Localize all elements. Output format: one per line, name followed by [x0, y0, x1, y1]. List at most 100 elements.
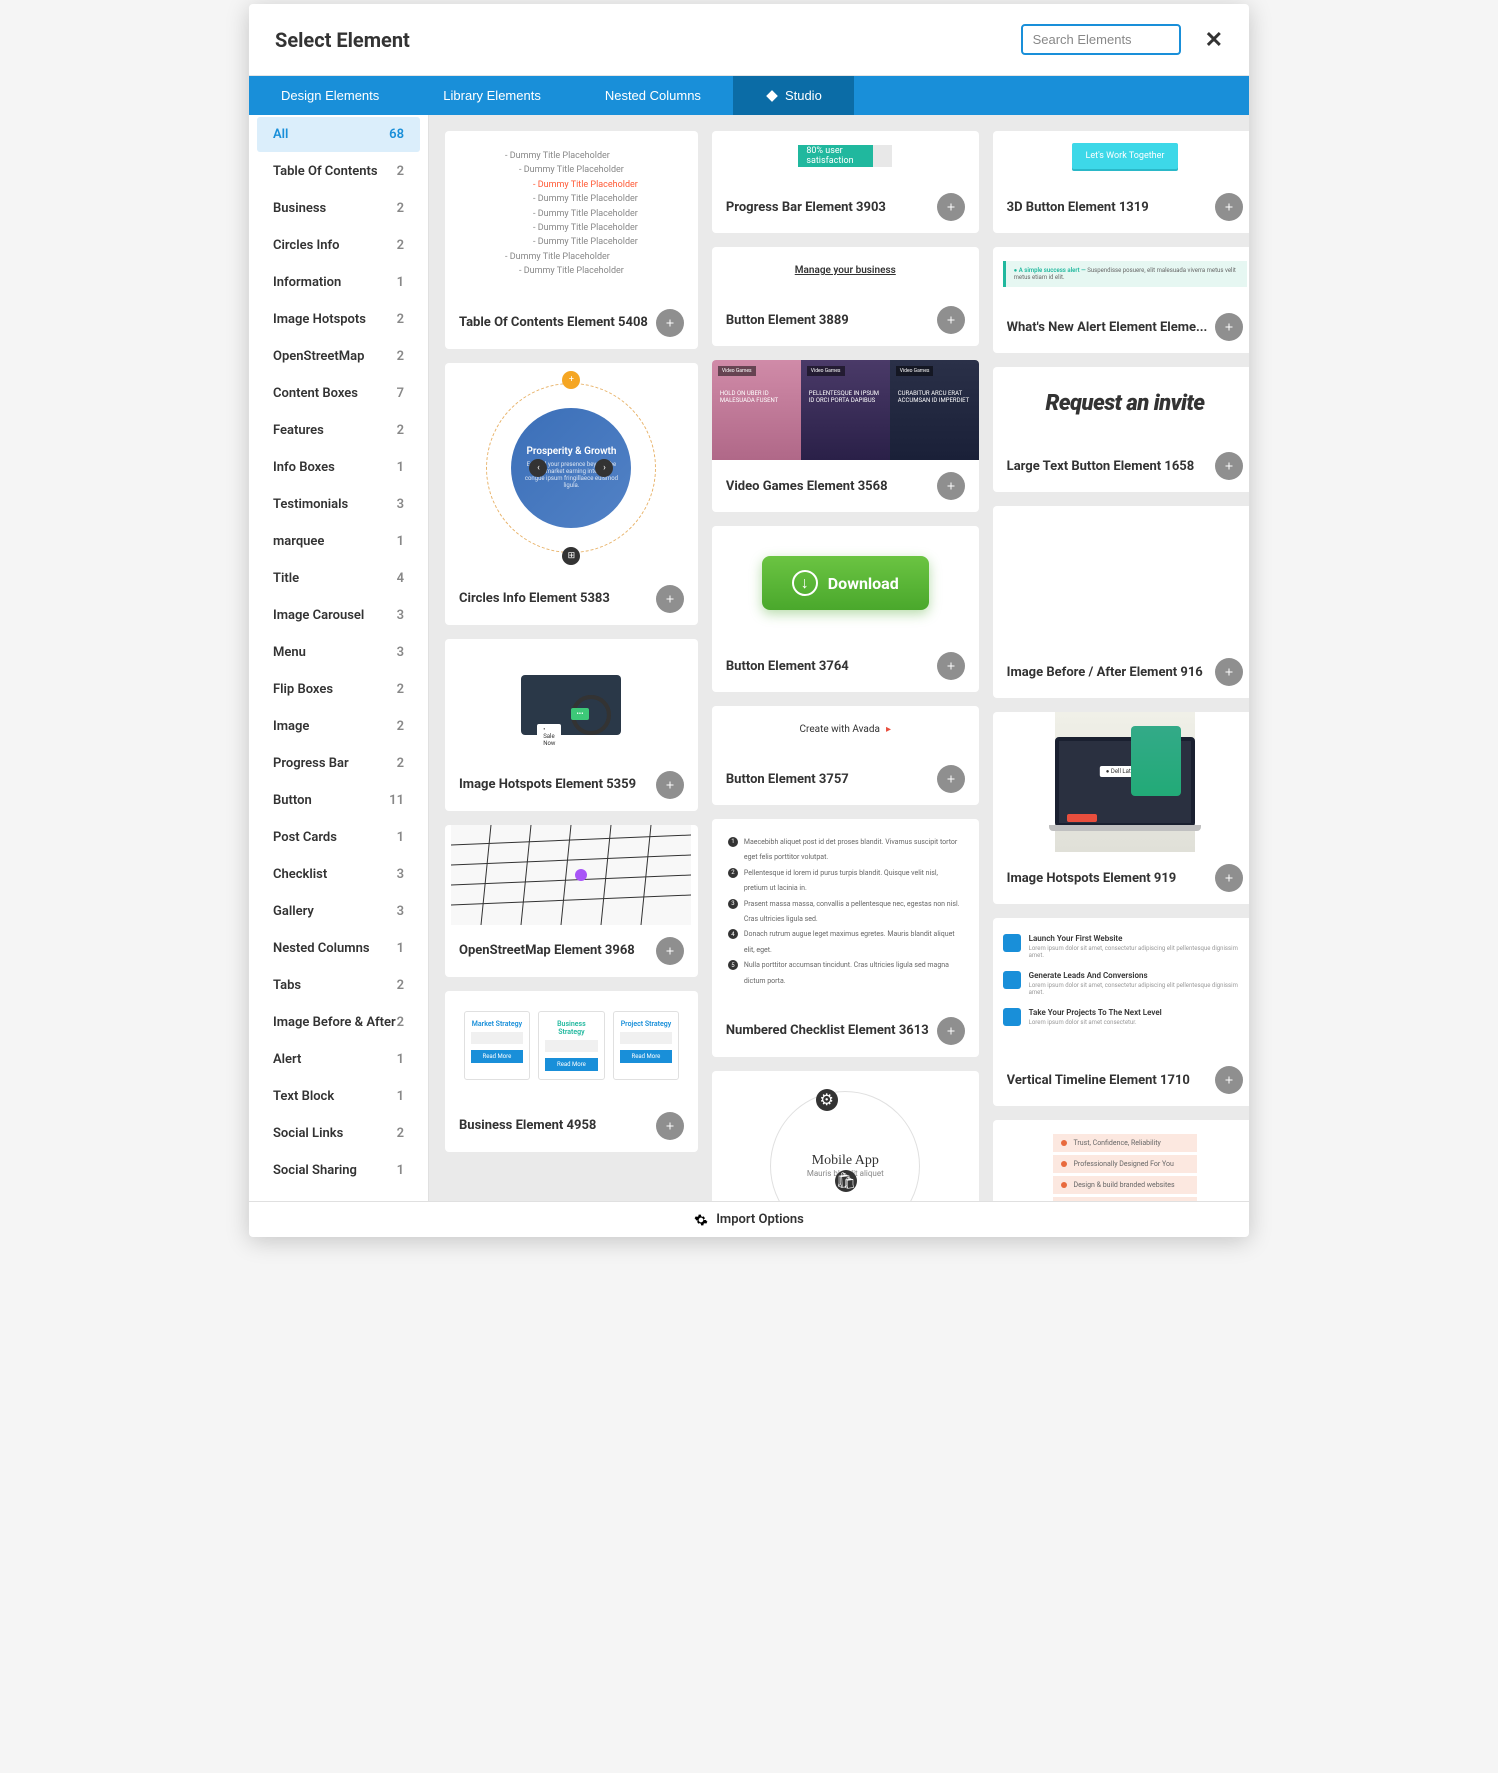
preview-circle: Prosperity & GrowthExpand your presence …: [511, 363, 631, 573]
element-card[interactable]: Let's Work Together3D Button Element 131…: [993, 131, 1249, 233]
card-footer: Button Element 3889: [712, 294, 979, 346]
add-element-button[interactable]: [1215, 452, 1243, 480]
category-count: 2: [397, 423, 404, 438]
element-card[interactable]: Video GamesHOLD ON UBER ID MALESUADA FUS…: [712, 360, 979, 512]
category-image-before-after[interactable]: Image Before & After2: [257, 1005, 420, 1040]
category-marquee[interactable]: marquee1: [257, 524, 420, 559]
tab-studio[interactable]: Studio: [733, 76, 854, 115]
element-card[interactable]: 80% user satisfactionProgress Bar Elemen…: [712, 131, 979, 233]
add-element-button[interactable]: [656, 585, 684, 613]
category-image[interactable]: Image2: [257, 709, 420, 744]
element-card[interactable]: ● Dell LatitudeImage Hotspots Element 91…: [993, 712, 1249, 904]
category-gallery[interactable]: Gallery3: [257, 894, 420, 929]
category-openstreetmap[interactable]: OpenStreetMap2: [257, 339, 420, 374]
element-card[interactable]: Image Before / After Element 916: [993, 506, 1249, 698]
tab-design-elements[interactable]: Design Elements: [249, 76, 411, 115]
add-element-button[interactable]: [1215, 193, 1243, 221]
body: All68Table Of Contents2Business2Circles …: [249, 115, 1249, 1201]
category-table-of-contents[interactable]: Table Of Contents2: [257, 154, 420, 189]
element-title: Numbered Checklist Element 3613: [726, 1023, 929, 1038]
add-element-button[interactable]: [937, 1017, 965, 1045]
add-element-button[interactable]: [656, 1112, 684, 1140]
category-info-boxes[interactable]: Info Boxes1: [257, 450, 420, 485]
category-count: 1: [397, 1200, 404, 1201]
category-alert[interactable]: Alert1: [257, 1042, 420, 1077]
element-card[interactable]: ↓DownloadButton Element 3764: [712, 526, 979, 692]
category-flip-boxes[interactable]: Flip Boxes2: [257, 672, 420, 707]
element-card[interactable]: - Dummy Title Placeholder- Dummy Title P…: [445, 131, 698, 349]
add-element-button[interactable]: [1215, 864, 1243, 892]
category-social-sharing[interactable]: Social Sharing1: [257, 1153, 420, 1188]
category-business[interactable]: Business2: [257, 191, 420, 226]
content[interactable]: - Dummy Title Placeholder- Dummy Title P…: [429, 115, 1249, 1201]
add-element-button[interactable]: [937, 193, 965, 221]
add-element-button[interactable]: [1215, 1066, 1243, 1094]
element-card[interactable]: Manage your businessButton Element 3889: [712, 247, 979, 346]
sidebar[interactable]: All68Table Of Contents2Business2Circles …: [249, 115, 429, 1201]
element-card[interactable]: Prosperity & GrowthExpand your presence …: [445, 363, 698, 625]
category-tabs[interactable]: Tabs2: [257, 968, 420, 1003]
card-footer: Business Element 4958: [445, 1100, 698, 1152]
element-card[interactable]: •••• Sale NowImage Hotspots Element 5359: [445, 639, 698, 811]
element-title: Progress Bar Element 3903: [726, 200, 886, 215]
element-card[interactable]: Create with Avada▸Button Element 3757: [712, 706, 979, 805]
element-card[interactable]: Request an inviteLarge Text Button Eleme…: [993, 367, 1249, 492]
tab-library-elements[interactable]: Library Elements: [411, 76, 573, 115]
element-preview: Launch Your First WebsiteLorem ipsum dol…: [993, 918, 1249, 1054]
add-element-button[interactable]: [937, 306, 965, 334]
category-circles-info[interactable]: Circles Info2: [257, 228, 420, 263]
category-nested-columns[interactable]: Nested Columns1: [257, 931, 420, 966]
category-label: Image Hotspots: [273, 312, 366, 327]
studio-icon: [765, 89, 779, 103]
add-element-button[interactable]: [656, 771, 684, 799]
element-title: Button Element 3764: [726, 659, 849, 674]
element-preview: 1Maecebibh aliquet post id det proses bl…: [712, 819, 979, 1005]
search-input[interactable]: [1021, 24, 1181, 55]
element-preview: Let's Work Together: [993, 131, 1249, 181]
category-checklist[interactable]: Checklist3: [257, 857, 420, 892]
add-element-button[interactable]: [937, 652, 965, 680]
category-label: Circles Info: [273, 238, 339, 253]
category-social-links[interactable]: Social Links2: [257, 1116, 420, 1151]
element-card[interactable]: OpenStreetMap Element 3968: [445, 825, 698, 977]
category-progress-bar[interactable]: Progress Bar2: [257, 746, 420, 781]
card-footer: Video Games Element 3568: [712, 460, 979, 512]
add-element-button[interactable]: [1215, 658, 1243, 686]
element-card[interactable]: Launch Your First WebsiteLorem ipsum dol…: [993, 918, 1249, 1106]
category-button[interactable]: Button11: [257, 783, 420, 818]
gear-icon: [694, 1213, 708, 1227]
category-label: Alert: [273, 1052, 301, 1067]
category-image-carousel[interactable]: Image Carousel3: [257, 598, 420, 633]
category-news-ticker[interactable]: News Ticker1: [257, 1190, 420, 1201]
category-title[interactable]: Title4: [257, 561, 420, 596]
add-element-button[interactable]: [937, 765, 965, 793]
category-testimonials[interactable]: Testimonials3: [257, 487, 420, 522]
add-element-button[interactable]: [656, 309, 684, 337]
element-card[interactable]: ● A simple success alert — Suspendisse p…: [993, 247, 1249, 353]
add-element-button[interactable]: [656, 937, 684, 965]
category-all[interactable]: All68: [257, 117, 420, 152]
add-element-button[interactable]: [1215, 313, 1243, 341]
category-menu[interactable]: Menu3: [257, 635, 420, 670]
element-card[interactable]: Trust, Confidence, ReliabilityProfession…: [993, 1120, 1249, 1201]
element-card[interactable]: Market StrategyRead MoreBusiness Strateg…: [445, 991, 698, 1152]
category-features[interactable]: Features2: [257, 413, 420, 448]
card-footer: 3D Button Element 1319: [993, 181, 1249, 233]
category-content-boxes[interactable]: Content Boxes7: [257, 376, 420, 411]
preview-invite: Request an invite: [1035, 367, 1214, 440]
grid-column: - Dummy Title Placeholder- Dummy Title P…: [445, 131, 698, 1201]
category-text-block[interactable]: Text Block1: [257, 1079, 420, 1114]
category-image-hotspots[interactable]: Image Hotspots2: [257, 302, 420, 337]
tab-nested-columns[interactable]: Nested Columns: [573, 76, 733, 115]
add-element-button[interactable]: [937, 472, 965, 500]
footer-label: Import Options: [716, 1212, 804, 1227]
close-button[interactable]: ✕: [1205, 27, 1223, 53]
preview-map: [451, 825, 691, 925]
footer-import[interactable]: Import Options: [249, 1201, 1249, 1237]
element-card[interactable]: 1Maecebibh aliquet post id det proses bl…: [712, 819, 979, 1057]
category-label: Information: [273, 275, 341, 290]
category-information[interactable]: Information1: [257, 265, 420, 300]
element-card[interactable]: Mobile AppMauris blandit aliquet⚙🛍📱Featu…: [712, 1071, 979, 1201]
category-label: Content Boxes: [273, 386, 358, 401]
category-post-cards[interactable]: Post Cards1: [257, 820, 420, 855]
